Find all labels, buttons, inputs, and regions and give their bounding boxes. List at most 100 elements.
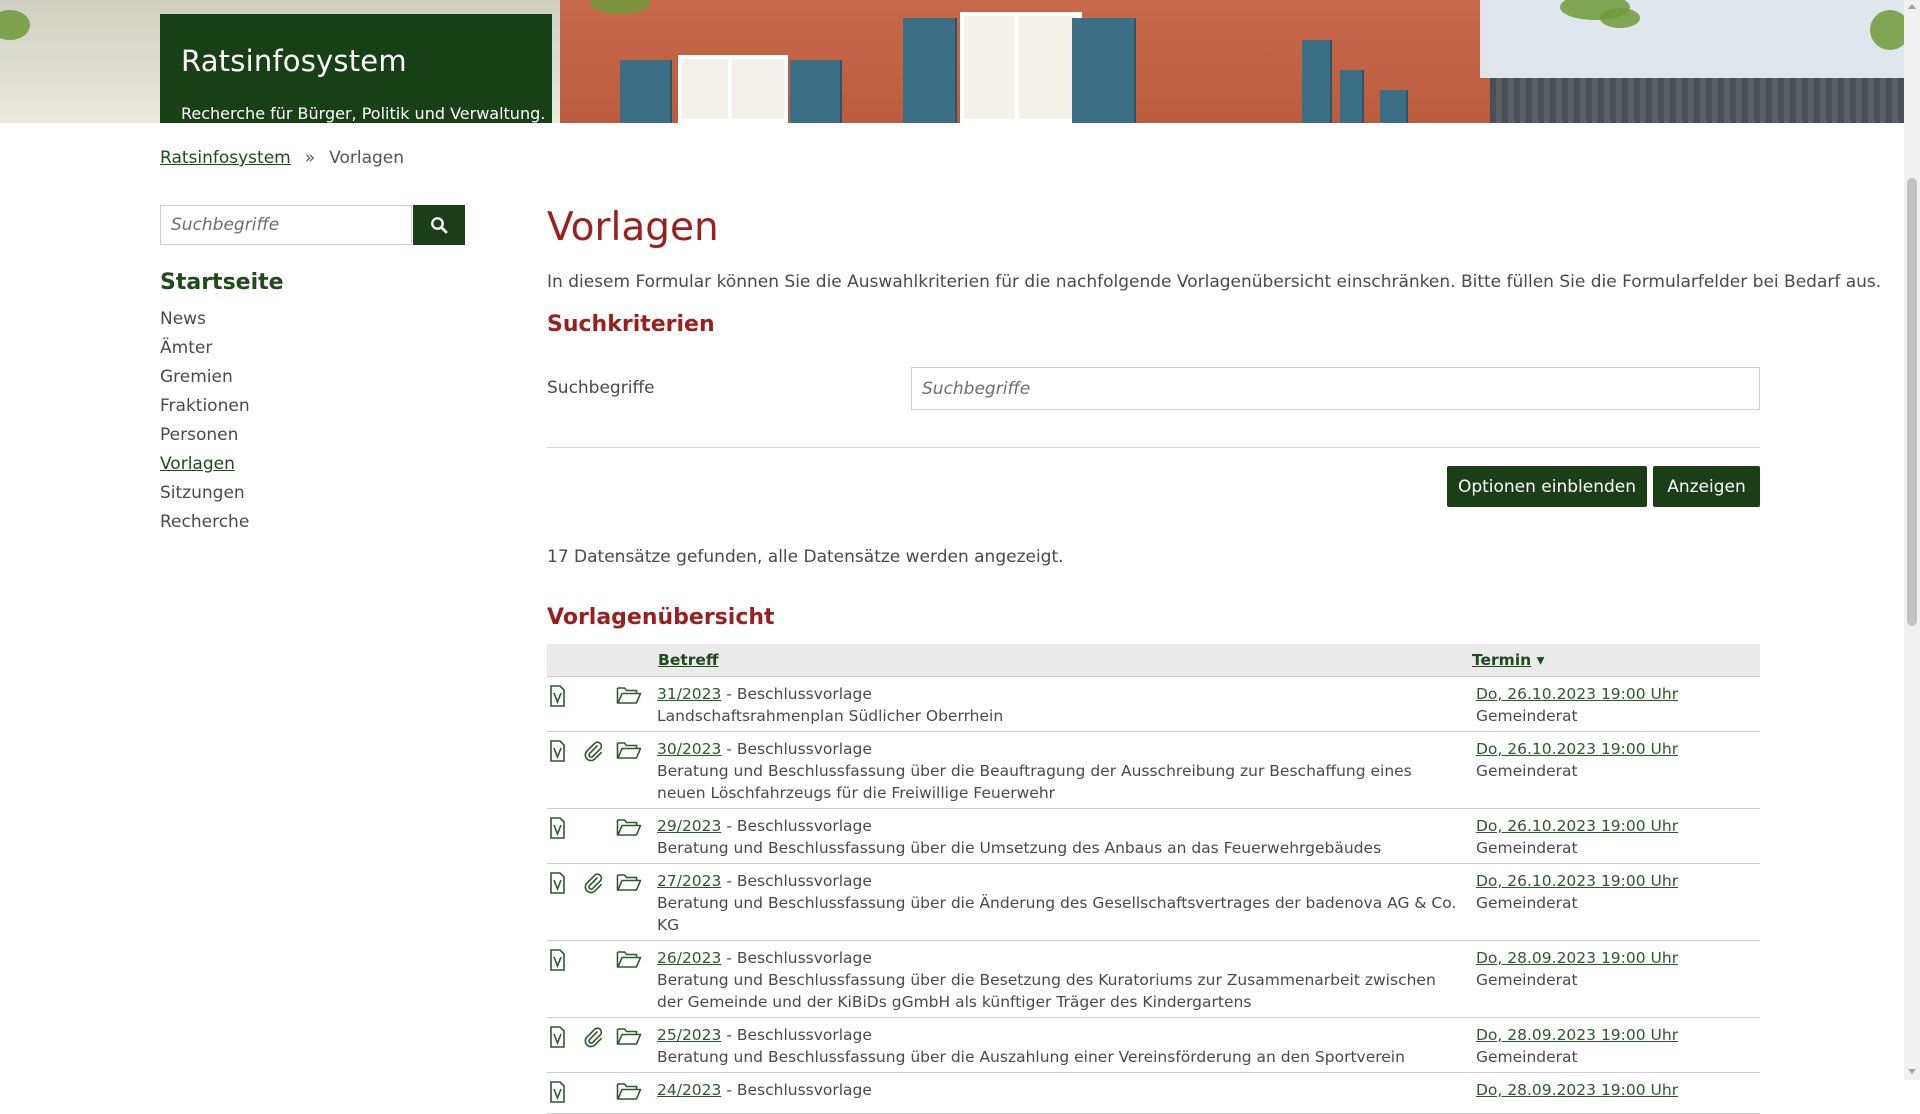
table-row: 31/2023 - Beschlussvorlage Landschaftsrah… xyxy=(547,676,1760,732)
proposal-number-link[interactable]: 26/2023 xyxy=(657,949,721,967)
folder-open-icon[interactable] xyxy=(616,685,642,711)
banner-window xyxy=(678,55,788,123)
meeting-date-link[interactable]: Do, 26.10.2023 19:00 Uhr xyxy=(1476,872,1678,890)
scroll-up-arrow-icon[interactable] xyxy=(1908,4,1916,9)
meeting-body: Gemeinderat xyxy=(1476,894,1578,912)
document-icon[interactable] xyxy=(549,817,566,845)
meeting-date-link[interactable]: Do, 28.09.2023 19:00 Uhr xyxy=(1476,1026,1678,1044)
document-icon[interactable] xyxy=(549,872,566,900)
document-icon[interactable] xyxy=(549,1081,566,1109)
proposal-subject: Beratung und Beschlussfassung über die A… xyxy=(657,1048,1405,1066)
breadcrumb-current: Vorlagen xyxy=(329,148,405,168)
proposal-number-link[interactable]: 31/2023 xyxy=(657,685,721,703)
sidebar-item-personen[interactable]: Personen xyxy=(160,421,250,450)
sidebar-search-input[interactable] xyxy=(160,205,412,245)
scrollbar[interactable] xyxy=(1904,0,1920,1080)
table-header-icon-col xyxy=(547,644,583,677)
scroll-down-arrow-icon[interactable] xyxy=(1908,1069,1916,1074)
meeting-body: Gemeinderat xyxy=(1476,707,1578,725)
proposal-type: - Beschlussvorlage xyxy=(721,1026,872,1044)
banner-roof xyxy=(1490,78,1904,123)
table-row: 29/2023 - Beschlussvorlage Beratung und B… xyxy=(547,808,1760,864)
scrollbar-thumb[interactable] xyxy=(1907,178,1917,626)
sidebar-search-button[interactable] xyxy=(413,205,465,245)
proposal-subject: Landschaftsrahmenplan Südlicher Oberrhei… xyxy=(657,707,1004,725)
proposal-type: - Beschlussvorlage xyxy=(721,685,872,703)
form-divider xyxy=(547,447,1760,448)
table-header-icon-col xyxy=(583,644,616,677)
search-field-label: Suchbegriffe xyxy=(547,378,655,398)
folder-open-icon[interactable] xyxy=(616,1081,642,1107)
folder-open-icon[interactable] xyxy=(616,817,642,843)
proposal-number-link[interactable]: 27/2023 xyxy=(657,872,721,890)
banner-window xyxy=(960,12,1082,123)
display-button[interactable]: Anzeigen xyxy=(1653,466,1760,507)
site-title-box[interactable]: Ratsinfosystem Recherche für Bürger, Pol… xyxy=(160,14,552,123)
sidebar-search xyxy=(160,205,465,245)
paperclip-icon[interactable] xyxy=(583,1026,603,1054)
search-field-row: Suchbegriffe xyxy=(547,367,1760,411)
show-options-button[interactable]: Optionen einblenden xyxy=(1447,466,1647,507)
table-header-icon-col xyxy=(616,644,657,677)
meeting-body: Gemeinderat xyxy=(1476,762,1578,780)
document-icon[interactable] xyxy=(549,685,566,713)
proposal-number-link[interactable]: 24/2023 xyxy=(657,1081,721,1099)
banner-sky xyxy=(1480,0,1904,78)
breadcrumb: Ratsinfosystem » Vorlagen xyxy=(160,148,404,168)
proposal-type: - Beschlussvorlage xyxy=(721,872,872,890)
banner-shutter xyxy=(1340,70,1364,123)
form-buttons: Optionen einblenden Anzeigen xyxy=(547,466,1760,507)
proposal-type: - Beschlussvorlage xyxy=(721,949,872,967)
proposal-number-link[interactable]: 29/2023 xyxy=(657,817,721,835)
banner-shutter xyxy=(790,60,842,123)
document-icon[interactable] xyxy=(549,949,566,977)
table-row: 24/2023 - Beschlussvorlage Do, 28.09.2023… xyxy=(547,1072,1760,1114)
paperclip-icon[interactable] xyxy=(583,740,603,768)
sidebar-item-fraktionen[interactable]: Fraktionen xyxy=(160,392,250,421)
folder-open-icon[interactable] xyxy=(616,1026,642,1052)
site-title[interactable]: Ratsinfosystem xyxy=(181,44,532,78)
meeting-date-link[interactable]: Do, 26.10.2023 19:00 Uhr xyxy=(1476,817,1678,835)
sidebar-item-sitzungen[interactable]: Sitzungen xyxy=(160,479,250,508)
proposal-type: - Beschlussvorlage xyxy=(721,1081,872,1099)
breadcrumb-home-link[interactable]: Ratsinfosystem xyxy=(160,148,291,168)
folder-open-icon[interactable] xyxy=(616,949,642,975)
sidebar-item-news[interactable]: News xyxy=(160,305,250,334)
sidebar-item-gremien[interactable]: Gremien xyxy=(160,363,250,392)
meeting-date-link[interactable]: Do, 26.10.2023 19:00 Uhr xyxy=(1476,685,1678,703)
meeting-date-link[interactable]: Do, 26.10.2023 19:00 Uhr xyxy=(1476,740,1678,758)
table-header-date: Termin ▾ xyxy=(1471,644,1760,677)
table-row: 27/2023 - Beschlussvorlage Beratung und B… xyxy=(547,863,1760,941)
proposal-number-link[interactable]: 30/2023 xyxy=(657,740,721,758)
intro-text: In diesem Formular können Sie die Auswah… xyxy=(547,272,1882,292)
table-row: 26/2023 - Beschlussvorlage Beratung und B… xyxy=(547,940,1760,1018)
banner-shutter xyxy=(1302,40,1332,123)
sidebar-item-recherche[interactable]: Recherche xyxy=(160,508,250,537)
folder-open-icon[interactable] xyxy=(616,872,642,898)
meeting-date-link[interactable]: Do, 28.09.2023 19:00 Uhr xyxy=(1476,949,1678,967)
meeting-body: Gemeinderat xyxy=(1476,1048,1578,1066)
sort-by-date-link[interactable]: Termin xyxy=(1472,651,1531,669)
banner-shutter xyxy=(620,60,672,123)
banner-shutter xyxy=(1072,18,1136,123)
folder-open-icon[interactable] xyxy=(616,740,642,766)
search-criteria-title: Suchkriterien xyxy=(547,312,715,337)
search-terms-input[interactable] xyxy=(911,367,1760,410)
paperclip-icon[interactable] xyxy=(583,872,603,900)
proposal-subject: Beratung und Beschlussfassung über die B… xyxy=(657,971,1436,1011)
meeting-date-link[interactable]: Do, 28.09.2023 19:00 Uhr xyxy=(1476,1081,1678,1099)
table-header-row: Betreff Termin ▾ xyxy=(547,644,1760,677)
table-row: 25/2023 - Beschlussvorlage Beratung und B… xyxy=(547,1017,1760,1073)
meeting-body: Gemeinderat xyxy=(1476,839,1578,857)
sidebar-item-aemter[interactable]: Ämter xyxy=(160,334,250,363)
sort-descending-icon: ▾ xyxy=(1536,651,1545,669)
sort-by-subject-link[interactable]: Betreff xyxy=(658,651,718,669)
overview-title: Vorlagenübersicht xyxy=(547,605,775,630)
search-icon xyxy=(431,217,448,234)
sidebar-heading-startseite[interactable]: Startseite xyxy=(160,270,284,295)
proposal-number-link[interactable]: 25/2023 xyxy=(657,1026,721,1044)
document-icon[interactable] xyxy=(549,740,566,768)
sidebar-item-vorlagen[interactable]: Vorlagen xyxy=(160,450,250,479)
breadcrumb-separator: » xyxy=(304,148,316,168)
document-icon[interactable] xyxy=(549,1026,566,1054)
